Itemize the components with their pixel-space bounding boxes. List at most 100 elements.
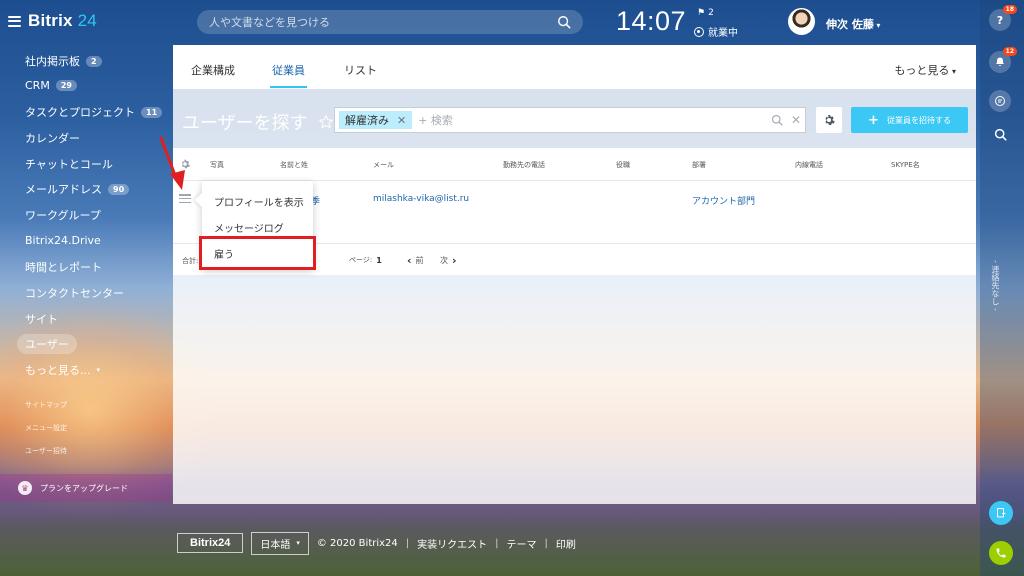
main-panel: 企業構成 従業員 リスト もっと見る ユーザーを探す 解雇済み ✕ ✕ + 従業 — [173, 45, 976, 504]
menu-item-calendar[interactable]: カレンダー — [25, 130, 80, 146]
tab-company-structure[interactable]: 企業構成 — [191, 62, 235, 78]
employee-department-link[interactable]: アカウント部門 — [692, 194, 755, 207]
filter-search-input[interactable] — [412, 113, 771, 127]
bell-icon — [996, 57, 1004, 66]
chevron-right-icon: › — [452, 254, 457, 267]
column-header[interactable]: メール — [373, 160, 394, 170]
language-selector[interactable]: 日本語 ▾ — [251, 531, 309, 555]
menu-item-message-log[interactable]: メッセージログ — [214, 220, 284, 235]
invite-employees-button[interactable]: + 従業員を招待する — [851, 107, 968, 133]
tab-employees[interactable]: 従業員 — [270, 62, 307, 88]
top-header: Bitrix 24 14:07 ⚑ 2 就業中 伸次 佐藤 — [0, 0, 980, 44]
page-indicator: ページ: 1 — [349, 255, 382, 265]
upgrade-plan-button[interactable]: ♛ プランをアップグレード — [0, 474, 172, 502]
menu-item-chat[interactable]: チャットとコール — [25, 156, 113, 172]
tab-more[interactable]: もっと見る — [894, 62, 956, 78]
search-button[interactable] — [989, 123, 1011, 145]
search-icon — [994, 128, 1007, 141]
work-status[interactable]: 就業中 — [694, 24, 738, 39]
footer-link-print[interactable]: 印刷 — [556, 536, 576, 551]
chevron-down-icon: ▾ — [296, 539, 300, 547]
menu-item-drive[interactable]: Bitrix24.Drive — [25, 234, 101, 247]
menu-item-view-profile[interactable]: プロフィールを表示 — [214, 194, 304, 209]
column-header[interactable]: 内線電話 — [795, 160, 823, 170]
menu-item-contact-center[interactable]: コンタクトセンター — [25, 285, 124, 301]
footer-link-theme[interactable]: テーマ — [507, 536, 537, 551]
menu-hamburger-icon[interactable] — [8, 15, 21, 27]
menu-item-mail[interactable]: メールアドレス 90 — [25, 181, 130, 197]
question-icon: ? — [996, 13, 1004, 27]
status-dot-icon — [694, 26, 704, 37]
menu-item-sites[interactable]: サイト — [25, 311, 58, 327]
flag-icon: ⚑ — [697, 8, 706, 18]
filter-search-box[interactable]: 解雇済み ✕ ✕ — [334, 107, 806, 133]
crown-icon: ♛ — [18, 481, 32, 495]
help-button[interactable]: ? 18 — [989, 5, 1017, 31]
help-badge: 18 — [1002, 5, 1017, 14]
menu-item-workgroups[interactable]: ワークグループ — [25, 207, 101, 223]
column-header[interactable]: 役職 — [616, 160, 630, 170]
document-button[interactable] — [989, 501, 1013, 525]
counter-badge: 29 — [55, 80, 77, 91]
column-header[interactable]: SKYPE名 — [891, 160, 920, 170]
menu-item-time-reports[interactable]: 時間とレポート — [25, 259, 102, 275]
global-search[interactable] — [197, 10, 583, 34]
grid-settings-button[interactable] — [816, 107, 842, 133]
phone-button[interactable] — [989, 541, 1013, 565]
document-icon — [997, 508, 1006, 518]
grid-header: 写真 名前と姓 メール 勤務先の電話 役職 部署 内線電話 SKYPE名 — [173, 148, 976, 181]
filter-tag-dismissed[interactable]: 解雇済み ✕ — [339, 111, 413, 129]
highlight-annotation-box — [199, 236, 316, 270]
star-icon[interactable] — [318, 114, 334, 130]
total-label: 合計: — [182, 257, 199, 265]
row-menu-icon[interactable] — [179, 194, 191, 203]
menu-item-users[interactable]: ユーザー — [17, 334, 77, 354]
close-icon[interactable]: ✕ — [397, 114, 406, 127]
column-header[interactable]: 部署 — [692, 160, 706, 170]
avatar[interactable] — [788, 8, 815, 35]
pager-next-button[interactable]: 次 › — [440, 254, 457, 267]
menu-item-more[interactable]: もっと見る... ▾ — [25, 362, 100, 378]
right-sidebar: ? 18 12 — [980, 0, 1024, 576]
clear-icon[interactable]: ✕ — [791, 113, 801, 127]
search-icon[interactable] — [771, 114, 783, 126]
page-footer: Bitrix24 日本語 ▾ © 2020 Bitrix24 | 実装リクエスト… — [177, 531, 576, 555]
pager-prev-button[interactable]: ‹ 前 — [407, 254, 424, 267]
red-arrow-annotation-icon — [159, 136, 185, 190]
logo[interactable]: Bitrix 24 — [8, 11, 97, 31]
menu-item-tasks[interactable]: タスクとプロジェクト 11 — [25, 104, 163, 120]
search-icon[interactable] — [557, 15, 571, 29]
counter-badge: 11 — [141, 106, 163, 118]
column-header[interactable]: 名前と姓 — [280, 160, 308, 170]
menu-item-bulletin[interactable]: 社内掲示板 2 — [25, 53, 102, 69]
footer-logo[interactable]: Bitrix24 — [177, 533, 244, 553]
chat-button[interactable] — [989, 90, 1011, 112]
menu-item-sitemap[interactable]: サイトマップ — [25, 400, 67, 410]
phone-icon — [996, 548, 1006, 558]
page-title: ユーザーを探す — [182, 109, 334, 135]
column-header[interactable]: 写真 — [210, 160, 224, 170]
menu-item-menu-settings[interactable]: メニュー設定 — [25, 423, 67, 433]
flag-counter[interactable]: ⚑ 2 — [697, 8, 714, 18]
global-search-input[interactable] — [209, 15, 557, 29]
clock[interactable]: 14:07 — [616, 6, 686, 37]
copyright-text: © 2020 Bitrix24 — [316, 537, 398, 549]
footer-link-implementation[interactable]: 実装リクエスト — [417, 536, 487, 551]
logo-text: Bitrix 24 — [28, 11, 97, 30]
employee-email-link[interactable]: milashka-vika@list.ru — [373, 194, 469, 204]
user-name-menu[interactable]: 伸次 佐藤 — [826, 16, 880, 32]
plus-icon: + — [868, 112, 879, 128]
menu-item-invite-users[interactable]: ユーザー招待 — [25, 446, 67, 456]
chat-icon — [995, 96, 1005, 106]
column-header[interactable]: 勤務先の電話 — [503, 160, 545, 170]
left-menu: 社内掲示板 2 CRM 29 タスクとプロジェクト 11 カレンダー チャットとコール… — [0, 44, 172, 504]
notifications-button[interactable]: 12 — [989, 47, 1017, 73]
tab-lists[interactable]: リスト — [344, 62, 377, 78]
counter-badge: 90 — [108, 183, 130, 195]
gear-icon — [825, 114, 835, 126]
contacts-empty-label: - 連絡先なし - — [991, 260, 1000, 311]
counter-badge: 2 — [86, 55, 102, 67]
notifications-badge: 12 — [1002, 47, 1017, 56]
menu-item-crm[interactable]: CRM 29 — [25, 79, 77, 92]
tabs-bar: 企業構成 従業員 リスト もっと見る — [173, 45, 976, 89]
